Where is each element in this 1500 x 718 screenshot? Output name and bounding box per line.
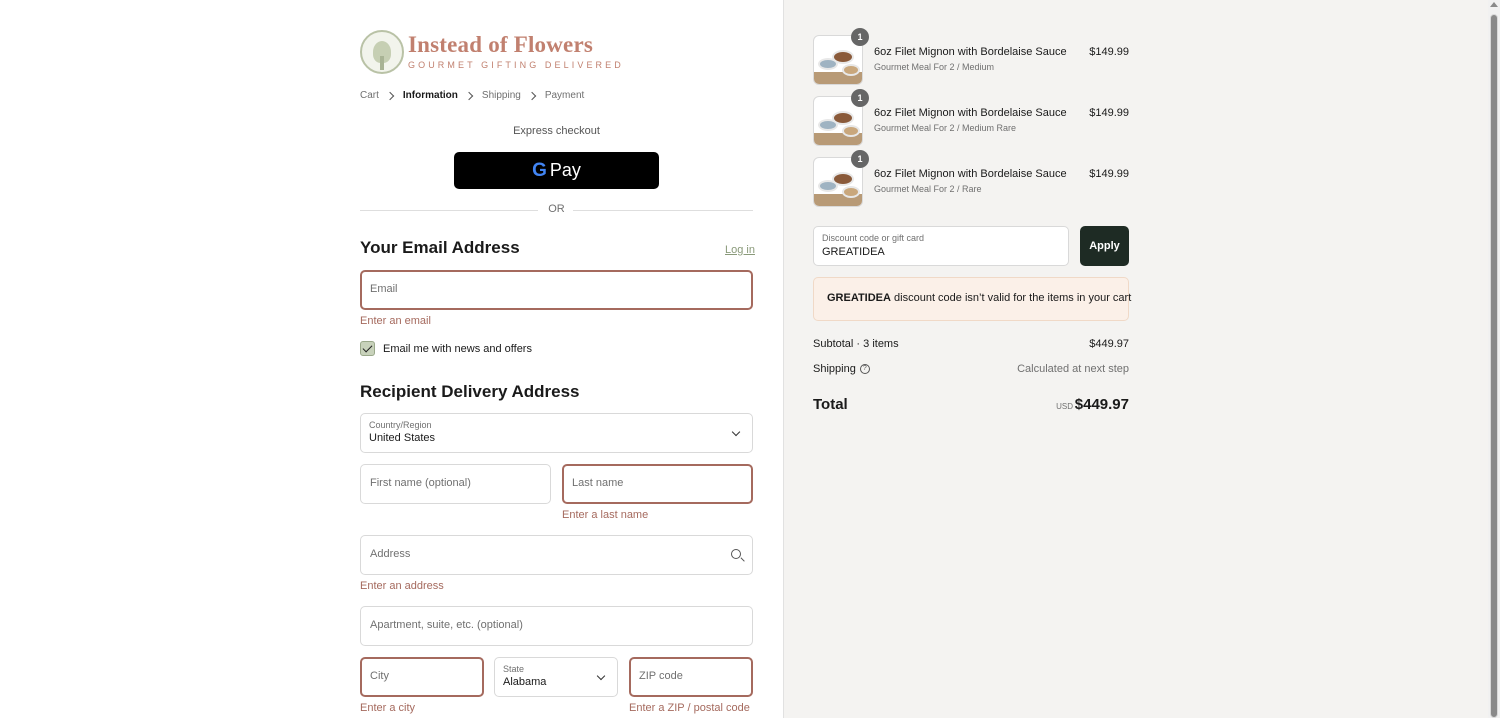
discount-code-field[interactable]: Discount code or gift card GREATIDEA bbox=[813, 226, 1069, 266]
subtotal-label: Subtotal · 3 items bbox=[813, 338, 899, 350]
product-variant: Gourmet Meal For 2 / Medium Rare bbox=[874, 123, 1017, 133]
apply-discount-button[interactable]: Apply bbox=[1080, 226, 1129, 266]
subtotal-row: Subtotal · 3 items $449.97 bbox=[813, 338, 1129, 352]
last-name-placeholder: Last name bbox=[572, 477, 624, 489]
country-label: Country/Region bbox=[369, 420, 432, 430]
breadcrumb: Cart Information Shipping Payment bbox=[360, 90, 584, 101]
discount-error-text: discount code isn’t valid for the items … bbox=[890, 292, 1132, 304]
email-placeholder: Email bbox=[370, 283, 398, 295]
help-circle-icon[interactable]: ? bbox=[859, 364, 870, 375]
zip-field[interactable]: ZIP code bbox=[629, 657, 753, 697]
discount-value: GREATIDEA bbox=[822, 246, 885, 258]
apartment-placeholder: Apartment, suite, etc. (optional) bbox=[370, 619, 523, 631]
shipping-value: Calculated at next step bbox=[1017, 363, 1129, 375]
address-error: Enter an address bbox=[360, 580, 444, 592]
newsletter-checkbox[interactable] bbox=[360, 341, 375, 356]
state-label: State bbox=[503, 664, 525, 674]
discount-error-alert: GREATIDEA discount code isn’t valid for … bbox=[813, 277, 1131, 321]
or-text: OR bbox=[548, 203, 565, 215]
quantity-badge: 1 bbox=[851, 89, 869, 107]
chevron-right-icon bbox=[385, 91, 395, 100]
first-name-field[interactable]: First name (optional) bbox=[360, 464, 551, 504]
city-error: Enter a city bbox=[360, 702, 416, 714]
flower-logo-icon bbox=[360, 30, 404, 74]
chevron-down-icon bbox=[731, 427, 741, 437]
divider-line bbox=[573, 210, 753, 211]
product-variant: Gourmet Meal For 2 / Medium bbox=[874, 62, 995, 72]
newsletter-label: Email me with news and offers bbox=[383, 342, 532, 355]
scroll-up-arrow-icon[interactable] bbox=[1490, 2, 1498, 7]
express-checkout-label: Express checkout bbox=[513, 125, 600, 137]
quantity-badge: 1 bbox=[851, 28, 869, 46]
product-price: $149.99 bbox=[1089, 107, 1129, 119]
state-select[interactable]: State Alabama bbox=[494, 657, 618, 697]
breadcrumb-cart[interactable]: Cart bbox=[360, 90, 379, 101]
state-value: Alabama bbox=[503, 676, 547, 688]
chevron-down-icon bbox=[596, 671, 606, 681]
product-variant: Gourmet Meal For 2 / Rare bbox=[874, 184, 982, 194]
last-name-error: Enter a last name bbox=[562, 509, 649, 521]
google-pay-label: Pay bbox=[549, 160, 581, 180]
email-error: Enter an email bbox=[360, 315, 431, 327]
total-label: Total bbox=[813, 396, 848, 413]
breadcrumb-shipping: Shipping bbox=[481, 90, 521, 101]
login-link[interactable]: Log in bbox=[725, 244, 755, 256]
shipping-label: Shipping bbox=[813, 363, 856, 375]
product-price: $149.99 bbox=[1089, 168, 1129, 180]
search-icon bbox=[731, 549, 741, 559]
cart-item: 1 6oz Filet Mignon with Bordelaise Sauce… bbox=[813, 28, 1129, 85]
product-name: 6oz Filet Mignon with Bordelaise Sauce bbox=[874, 107, 1067, 119]
zip-error: Enter a ZIP / postal code bbox=[629, 702, 750, 714]
subtotal-value: $449.97 bbox=[1089, 338, 1129, 350]
country-select[interactable]: Country/Region United States bbox=[360, 413, 753, 453]
brand-logo[interactable]: Instead of Flowers GOURMET GIFTING DELIV… bbox=[360, 30, 621, 76]
or-divider: OR bbox=[360, 203, 753, 217]
product-name: 6oz Filet Mignon with Bordelaise Sauce bbox=[874, 46, 1067, 58]
last-name-field[interactable]: Last name bbox=[562, 464, 753, 504]
apartment-field[interactable]: Apartment, suite, etc. (optional) bbox=[360, 606, 753, 646]
quantity-badge: 1 bbox=[851, 150, 869, 168]
product-price: $149.99 bbox=[1089, 46, 1129, 58]
zip-placeholder: ZIP code bbox=[639, 670, 683, 682]
email-field[interactable]: Email bbox=[360, 270, 753, 310]
breadcrumb-information: Information bbox=[402, 90, 458, 101]
brand-title: Instead of Flowers bbox=[408, 32, 594, 57]
discount-error-message: GREATIDEA discount code isn’t valid for … bbox=[827, 292, 1131, 304]
chevron-right-icon bbox=[464, 91, 474, 100]
brand-subtitle: GOURMET GIFTING DELIVERED bbox=[408, 60, 624, 70]
google-g-icon: G bbox=[532, 159, 547, 181]
cart-item: 1 6oz Filet Mignon with Bordelaise Sauce… bbox=[813, 89, 1129, 146]
delivery-section-title: Recipient Delivery Address bbox=[360, 382, 580, 401]
currency-code: USD bbox=[1056, 402, 1073, 411]
page-scrollbar[interactable] bbox=[1488, 0, 1500, 718]
total-value: $449.97 bbox=[1074, 396, 1129, 413]
breadcrumb-payment: Payment bbox=[544, 90, 585, 101]
shipping-label-wrap: Shipping? bbox=[813, 363, 870, 375]
product-name: 6oz Filet Mignon with Bordelaise Sauce bbox=[874, 168, 1067, 180]
city-field[interactable]: City bbox=[360, 657, 484, 697]
chevron-right-icon bbox=[527, 91, 537, 100]
address-placeholder: Address bbox=[370, 548, 411, 560]
discount-label: Discount code or gift card bbox=[822, 233, 925, 243]
scrollbar-thumb[interactable] bbox=[1490, 14, 1498, 718]
discount-error-code: GREATIDEA bbox=[827, 292, 891, 304]
country-value: United States bbox=[369, 432, 436, 444]
cart-item: 1 6oz Filet Mignon with Bordelaise Sauce… bbox=[813, 150, 1129, 207]
address-field[interactable]: Address bbox=[360, 535, 753, 575]
email-section-title: Your Email Address bbox=[360, 238, 520, 257]
google-pay-button[interactable]: G Pay bbox=[454, 152, 659, 189]
shipping-row: Shipping? Calculated at next step bbox=[813, 363, 1129, 377]
city-placeholder: City bbox=[370, 670, 389, 682]
newsletter-option[interactable]: Email me with news and offers bbox=[360, 341, 532, 356]
first-name-placeholder: First name (optional) bbox=[370, 477, 471, 489]
total-row: Total USD $449.97 bbox=[813, 396, 1129, 416]
